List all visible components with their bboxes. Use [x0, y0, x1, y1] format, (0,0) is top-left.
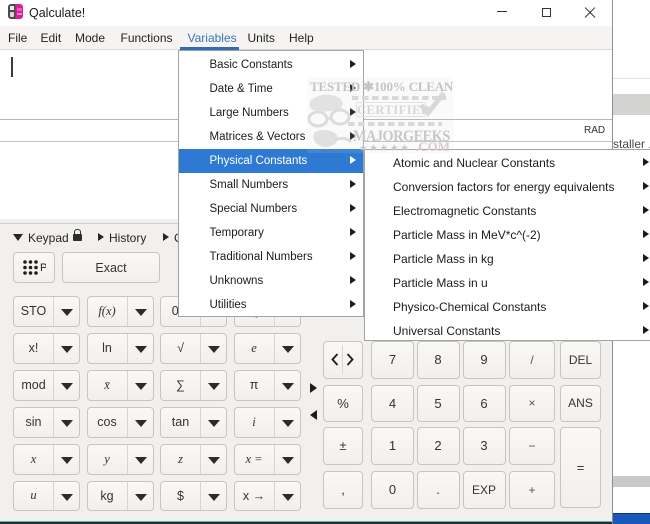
svg-text:P: P — [40, 262, 46, 274]
